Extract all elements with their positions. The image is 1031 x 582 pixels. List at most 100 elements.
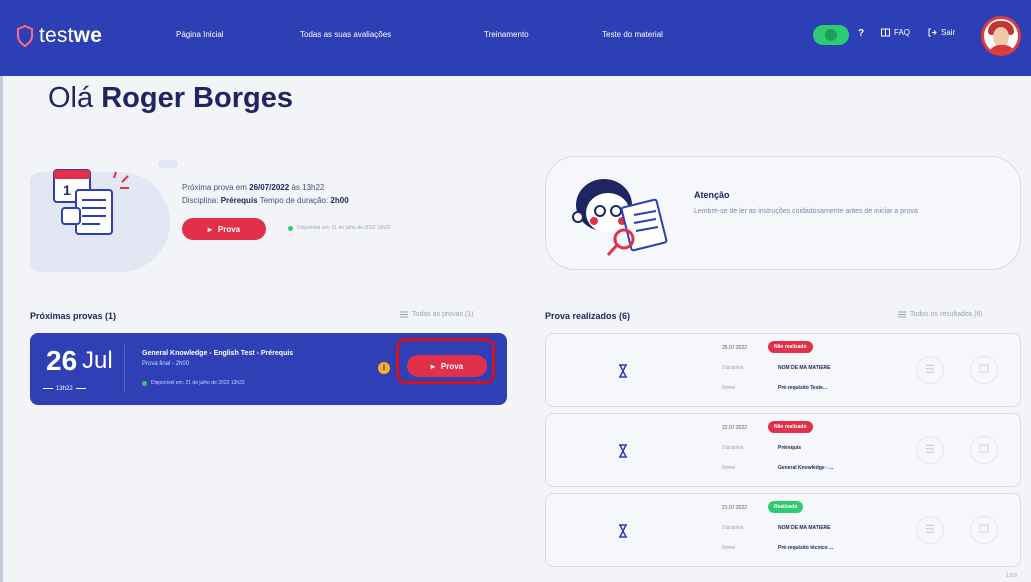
discipline-value: Prérequis — [220, 196, 258, 205]
person-reading-illustration — [572, 179, 668, 257]
copy-icon[interactable]: ❐ — [970, 516, 998, 544]
brand-name-bold: we — [73, 24, 103, 47]
brand-name-prefix: test — [39, 24, 74, 47]
faq-button[interactable]: FAQ — [881, 28, 910, 37]
app-version: 2.8.8 — [1005, 573, 1017, 579]
status-badge: Realizado — [768, 501, 804, 513]
start-upcoming-exam-label: Prova — [440, 361, 464, 371]
greeting-name: Roger Borges — [101, 82, 293, 114]
top-navbar: testwe Página Inicial Todas as suas aval… — [0, 0, 1031, 76]
all-exams-link-label: Todas as provas (1) — [412, 311, 474, 318]
nav-item-training[interactable]: Treinamento — [484, 30, 529, 39]
view-details-icon[interactable]: ☰ — [916, 516, 944, 544]
result-name-label: Nome — [722, 465, 736, 471]
attention-text: Lembre-se de ler as instruções cuidadosa… — [694, 208, 918, 215]
hourglass-icon — [619, 364, 627, 378]
help-button[interactable]: ? — [858, 28, 864, 39]
result-date: 21.07.2022 — [722, 505, 748, 511]
nav-item-home[interactable]: Página Inicial — [176, 30, 224, 39]
exam-availability-text: Disponível em: 21 de julho de 2022 13h22 — [151, 380, 245, 386]
attention-title: Atenção — [694, 190, 730, 200]
availability-note: Disponível em: 21 de julho de 2022 13h22 — [288, 225, 391, 231]
logout-icon — [928, 28, 937, 37]
info-icon[interactable]: i — [378, 362, 390, 374]
svg-text:1: 1 — [63, 182, 71, 198]
result-row[interactable]: 25.07.2022 Não realizado Disciplina NOM … — [545, 333, 1021, 407]
exam-card-divider — [124, 345, 125, 393]
duration-value: 2h00 — [330, 196, 349, 205]
result-discipline-value: Prérequis — [778, 445, 802, 451]
exam-title: General Knowledge - English Test - Prére… — [142, 350, 294, 357]
copy-icon[interactable]: ❐ — [970, 356, 998, 384]
nav-item-evaluations[interactable]: Todas as suas avaliações — [300, 30, 391, 39]
user-avatar[interactable] — [981, 16, 1021, 56]
result-name-label: Nome — [722, 385, 736, 391]
hourglass-icon — [619, 524, 627, 538]
result-discipline-label: Disciplina — [722, 525, 744, 531]
duration-label: Tempo de duração: — [259, 196, 329, 205]
exam-duration: Prova final - 2h00 — [142, 361, 190, 367]
play-icon: ▸ — [430, 361, 435, 371]
completed-exams-title: Prova realizados (6) — [545, 311, 631, 321]
banner-decoration-pill — [158, 160, 178, 168]
status-badge: Não realizado — [768, 341, 813, 353]
next-exam-line2: Disciplina: Prérequis Tempo de duração: … — [182, 196, 349, 205]
upcoming-exam-card: 26 Jul 13h22 General Knowledge - English… — [30, 333, 507, 405]
result-name-value: Pré-requisito Teste... — [778, 385, 828, 391]
result-row[interactable]: 21.07.2022 Realizado Disciplina NOM DE M… — [545, 493, 1021, 567]
all-results-link-label: Todos os resultados (6) — [910, 311, 983, 318]
result-row[interactable]: 22.07.2022 Não realizado Disciplina Prér… — [545, 413, 1021, 487]
calendar-document-icon: 1 — [53, 169, 129, 235]
result-discipline-label: Disciplina — [722, 365, 744, 371]
start-exam-label: Prova — [217, 224, 241, 234]
next-exam-prefix: Próxima prova em — [182, 183, 247, 192]
nav-item-material-test[interactable]: Teste do material — [602, 30, 663, 39]
avatar-face — [993, 27, 1009, 47]
status-badge: Não realizado — [768, 421, 813, 433]
testwe-logo[interactable]: testwe — [16, 24, 102, 48]
available-dot-icon — [142, 380, 147, 386]
discipline-label: Disciplina: — [182, 196, 219, 205]
exam-time: 13h22 — [40, 386, 89, 392]
result-discipline-label: Disciplina — [722, 445, 744, 451]
available-dot-icon — [288, 225, 293, 231]
start-exam-button[interactable]: ▸ Prova — [182, 218, 266, 240]
result-discipline-value: NOM DE MA MATIERE — [778, 525, 831, 531]
avatar-body — [988, 45, 1016, 53]
next-exam-line1: Próxima prova em 26/07/2022 às 13h22 — [182, 183, 324, 192]
logout-label: Sair — [941, 28, 956, 37]
view-details-icon[interactable]: ☰ — [916, 436, 944, 464]
result-name-label: Nome — [722, 545, 736, 551]
start-upcoming-exam-button[interactable]: ▸ Prova — [407, 355, 487, 377]
book-icon — [881, 28, 890, 37]
all-results-link[interactable]: Todos os resultados (6) — [898, 311, 983, 318]
faq-label: FAQ — [894, 28, 911, 37]
connection-toggle[interactable] — [813, 25, 849, 45]
page-title: Olá Roger Borges — [48, 82, 293, 115]
availability-text: Disponível em: 21 de julho de 2022 13h22 — [297, 225, 391, 231]
result-name-value: General Knowledge - ... — [778, 465, 834, 471]
next-exam-at: às — [291, 183, 300, 192]
view-details-icon[interactable]: ☰ — [916, 356, 944, 384]
help-icon: ? — [858, 28, 865, 39]
result-date: 22.07.2022 — [722, 425, 748, 431]
result-discipline-value: NOM DE MA MATIERE — [778, 365, 831, 371]
logout-button[interactable]: Sair — [928, 28, 955, 37]
attention-card: Atenção Lembre-se de ler as instruções c… — [545, 156, 1021, 270]
all-exams-link[interactable]: Todas as provas (1) — [400, 311, 473, 318]
exam-day: 26 — [46, 345, 78, 376]
list-icon — [400, 311, 408, 318]
toggle-knob — [825, 29, 837, 41]
result-date: 25.07.2022 — [722, 345, 748, 351]
exam-month: Jul — [82, 347, 113, 374]
hourglass-icon — [619, 444, 627, 458]
copy-icon[interactable]: ❐ — [970, 436, 998, 464]
next-exam-time: 13h22 — [302, 183, 325, 192]
shield-icon — [17, 25, 33, 47]
play-icon: ▸ — [207, 224, 212, 234]
upcoming-exams-title: Próximas provas (1) — [30, 311, 117, 321]
next-exam-date: 26/07/2022 — [249, 183, 290, 192]
list-icon — [898, 311, 906, 318]
exam-availability: Disponível em: 21 de julho de 2022 13h22 — [142, 380, 245, 386]
greeting-prefix: Olá — [48, 82, 94, 114]
